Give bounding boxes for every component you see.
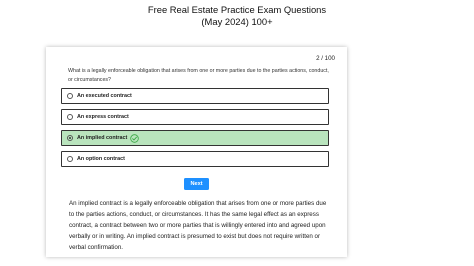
option-executed-contract[interactable]: An executed contract [61,88,329,104]
option-implied-contract[interactable]: An implied contract [61,130,329,146]
question-counter: 2 / 100 [316,55,335,62]
answer-explanation: An implied contract is a legally enforce… [69,200,327,251]
page-title: Free Real Estate Practice Exam Questions… [0,4,474,28]
option-express-contract[interactable]: An express contract [61,109,329,125]
option-label: An express contract [77,114,129,120]
option-label: An implied contract [77,135,128,141]
question-text: What is a legally enforceable obligation… [68,68,329,83]
check-circle-icon [130,133,140,143]
radio-icon[interactable] [67,93,73,99]
option-label: An executed contract [77,93,132,99]
page-title-line-1: Free Real Estate Practice Exam Questions [147,4,327,15]
radio-icon[interactable] [67,114,73,120]
radio-selected-icon[interactable] [67,135,73,141]
quiz-card: 2 / 100 What is a legally enforceable ob… [46,47,347,257]
radio-icon[interactable] [67,156,73,162]
page-title-line-2: (May 2024) 100+ [201,16,273,27]
option-option-contract[interactable]: An option contract [61,151,329,167]
next-button[interactable]: Next [184,178,209,190]
option-label: An option contract [77,156,125,162]
